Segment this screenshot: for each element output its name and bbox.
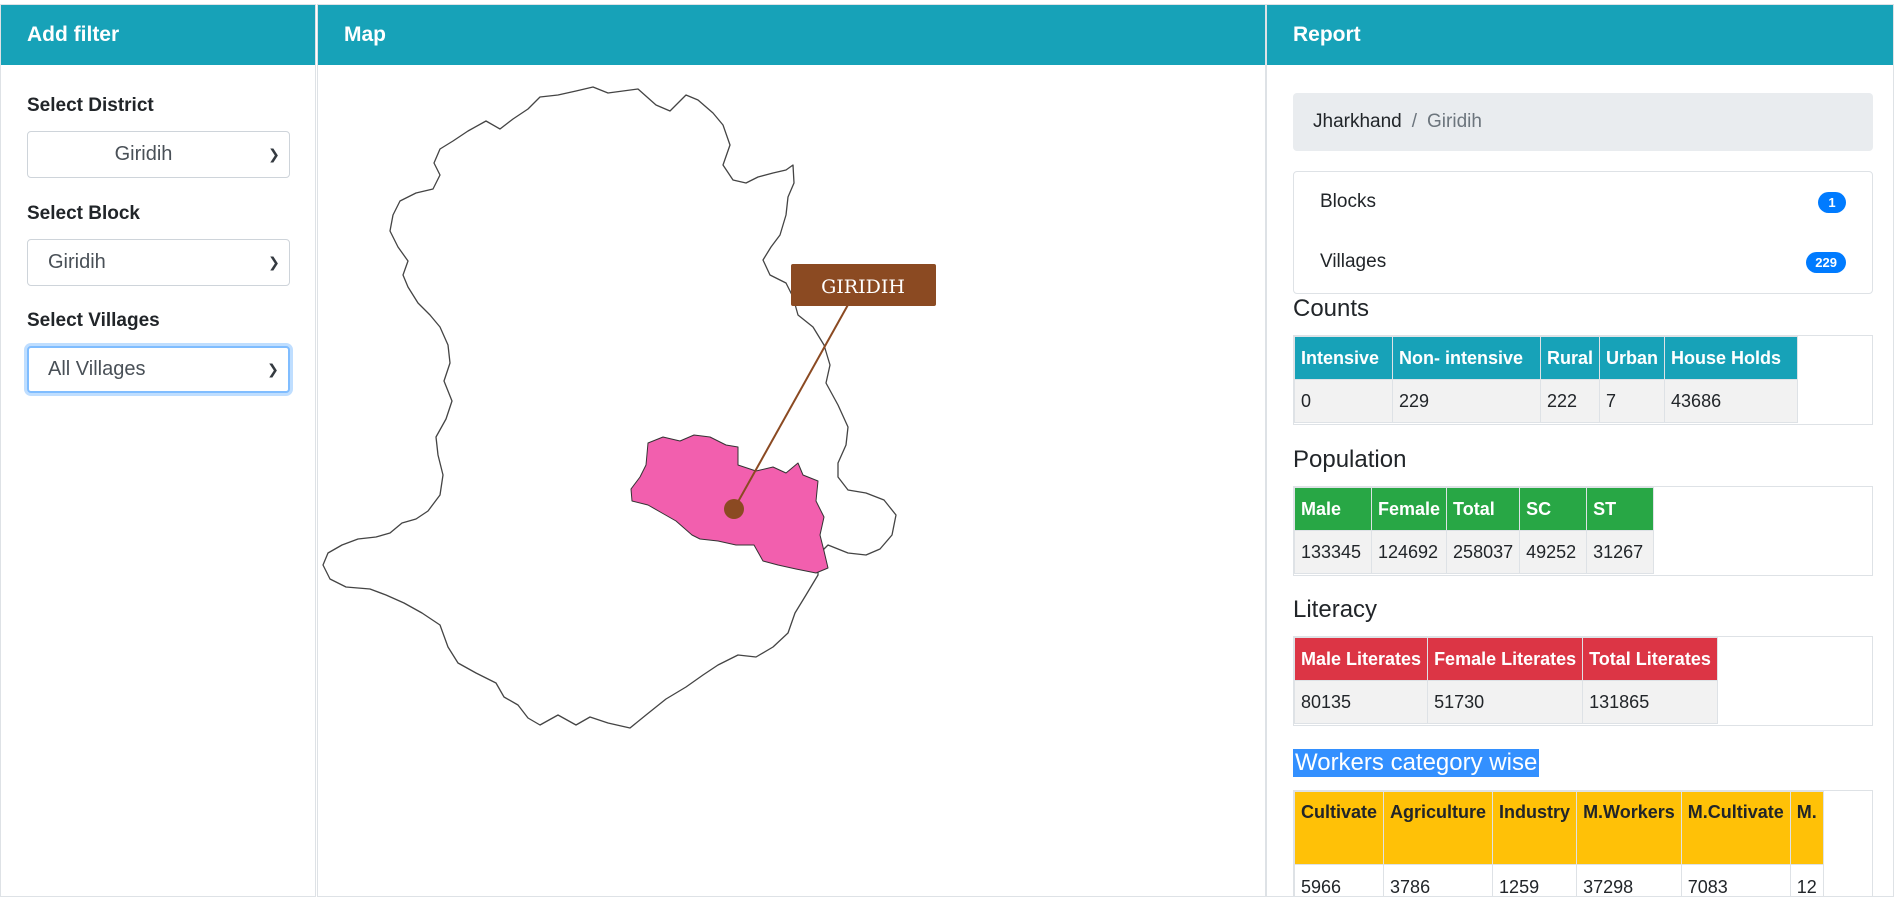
table-cell: 258037: [1446, 530, 1521, 574]
map-panel-title: Map: [318, 5, 1265, 65]
workers-header-agriculture: Agriculture: [1383, 791, 1494, 865]
table-cell: 0: [1294, 379, 1393, 423]
literacy-table-wrap: Male Literates Female Literates Total Li…: [1293, 636, 1873, 726]
table-cell: 31267: [1586, 530, 1655, 574]
counts-header-households: House Holds: [1664, 336, 1799, 380]
table-cell: 133345: [1294, 530, 1372, 574]
villages-count-badge: 229: [1806, 251, 1846, 273]
counts-header-intensive: Intensive: [1294, 336, 1393, 380]
table-cell: 7: [1599, 379, 1666, 423]
table-cell: 229: [1392, 379, 1541, 423]
literacy-header-total: Total Literates: [1582, 637, 1718, 681]
workers-header-m-workers: M.Workers: [1576, 791, 1682, 865]
map-panel: Map GIRIDIH: [317, 4, 1266, 897]
workers-header-m-truncated: M.: [1789, 791, 1824, 865]
marker-label: GIRIDIH: [821, 276, 905, 298]
table-row: 0 229 222 7 43686: [1294, 379, 1799, 423]
table-header-row: Male Female Total SC ST: [1294, 487, 1655, 531]
population-header-female: Female: [1370, 487, 1448, 531]
population-header-st: ST: [1586, 487, 1655, 531]
table-cell: 80135: [1294, 680, 1429, 724]
breadcrumb-separator: /: [1411, 111, 1418, 132]
table-row: 80135 51730 131865: [1294, 680, 1718, 724]
block-select[interactable]: Giridih ❯: [27, 239, 290, 286]
table-header-row: Intensive Non- intensive Rural Urban Hou…: [1294, 336, 1799, 380]
blocks-count-badge: 1: [1818, 191, 1846, 213]
workers-table: Cultivate Agriculture Industry M.Workers…: [1294, 791, 1824, 896]
table-cell: 7083: [1680, 864, 1791, 896]
table-cell: 37298: [1576, 864, 1682, 896]
chevron-down-icon: ❯: [268, 254, 280, 270]
counts-header-non-intensive: Non- intensive: [1392, 336, 1541, 380]
report-panel: Report Jharkhand / Giridih Blocks 1 Vill…: [1266, 4, 1894, 897]
population-table: Male Female Total SC ST 133345 124692 25…: [1294, 487, 1655, 574]
population-header-sc: SC: [1519, 487, 1588, 531]
chevron-down-icon: ❯: [267, 361, 279, 377]
villages-select-value: All Villages: [48, 358, 146, 380]
villages-select[interactable]: All Villages ❯: [27, 346, 290, 393]
table-cell: 3786: [1383, 864, 1494, 896]
table-cell: 49252: [1519, 530, 1588, 574]
literacy-table: Male Literates Female Literates Total Li…: [1294, 637, 1718, 724]
population-table-wrap: Male Female Total SC ST 133345 124692 25…: [1293, 486, 1873, 576]
list-item: Blocks 1: [1294, 172, 1872, 232]
workers-header-m-cultivate: M.Cultivate: [1680, 791, 1791, 865]
summary-villages-label: Villages: [1320, 251, 1387, 272]
population-header-male: Male: [1294, 487, 1372, 531]
district-boundary[interactable]: [322, 86, 897, 729]
map-canvas[interactable]: GIRIDIH: [318, 65, 1265, 898]
district-select-value: Giridih: [114, 143, 173, 165]
block-label: Select Block: [27, 203, 140, 224]
table-cell: 43686: [1664, 379, 1799, 423]
literacy-header-female: Female Literates: [1427, 637, 1584, 681]
population-title: Population: [1293, 446, 1407, 473]
table-cell: 124692: [1370, 530, 1448, 574]
table-cell: 51730: [1427, 680, 1584, 724]
table-header-row: Male Literates Female Literates Total Li…: [1294, 637, 1718, 681]
district-label: Select District: [27, 95, 154, 116]
filter-panel-title: Add filter: [1, 5, 315, 65]
counts-header-urban: Urban: [1599, 336, 1666, 380]
workers-header-industry: Industry: [1492, 791, 1578, 865]
marker-dot[interactable]: [724, 499, 744, 519]
workers-title: Workers category wise: [1293, 749, 1540, 777]
district-select[interactable]: Giridih ❯: [27, 131, 290, 178]
breadcrumb-district: Giridih: [1427, 111, 1482, 132]
summary-list: Blocks 1 Villages 229: [1293, 171, 1873, 294]
workers-header-cultivate: Cultivate: [1294, 791, 1385, 865]
filter-panel: Add filter Select District Giridih ❯ Sel…: [0, 4, 316, 897]
table-cell: 12: [1789, 864, 1824, 896]
table-header-row: Cultivate Agriculture Industry M.Workers…: [1294, 791, 1824, 865]
table-row: 5966 3786 1259 37298 7083 12: [1294, 864, 1824, 896]
breadcrumb: Jharkhand / Giridih: [1293, 93, 1873, 151]
table-row: 133345 124692 258037 49252 31267: [1294, 530, 1655, 574]
list-item: Villages 229: [1294, 232, 1872, 292]
table-cell: 222: [1539, 379, 1601, 423]
villages-label: Select Villages: [27, 310, 160, 331]
workers-table-wrap[interactable]: Cultivate Agriculture Industry M.Workers…: [1293, 790, 1873, 896]
report-panel-title: Report: [1267, 5, 1893, 65]
literacy-title: Literacy: [1293, 596, 1378, 623]
table-cell: 5966: [1294, 864, 1385, 896]
counts-table: Intensive Non- intensive Rural Urban Hou…: [1294, 336, 1799, 423]
population-header-total: Total: [1446, 487, 1521, 531]
counts-header-rural: Rural: [1539, 336, 1601, 380]
summary-blocks-label: Blocks: [1320, 191, 1376, 212]
literacy-header-male: Male Literates: [1294, 637, 1429, 681]
counts-title: Counts: [1293, 295, 1370, 322]
chevron-down-icon: ❯: [268, 146, 280, 162]
counts-table-wrap: Intensive Non- intensive Rural Urban Hou…: [1293, 335, 1873, 425]
block-select-value: Giridih: [48, 251, 106, 273]
table-cell: 131865: [1582, 680, 1718, 724]
breadcrumb-state[interactable]: Jharkhand: [1313, 111, 1402, 133]
table-cell: 1259: [1492, 864, 1578, 896]
